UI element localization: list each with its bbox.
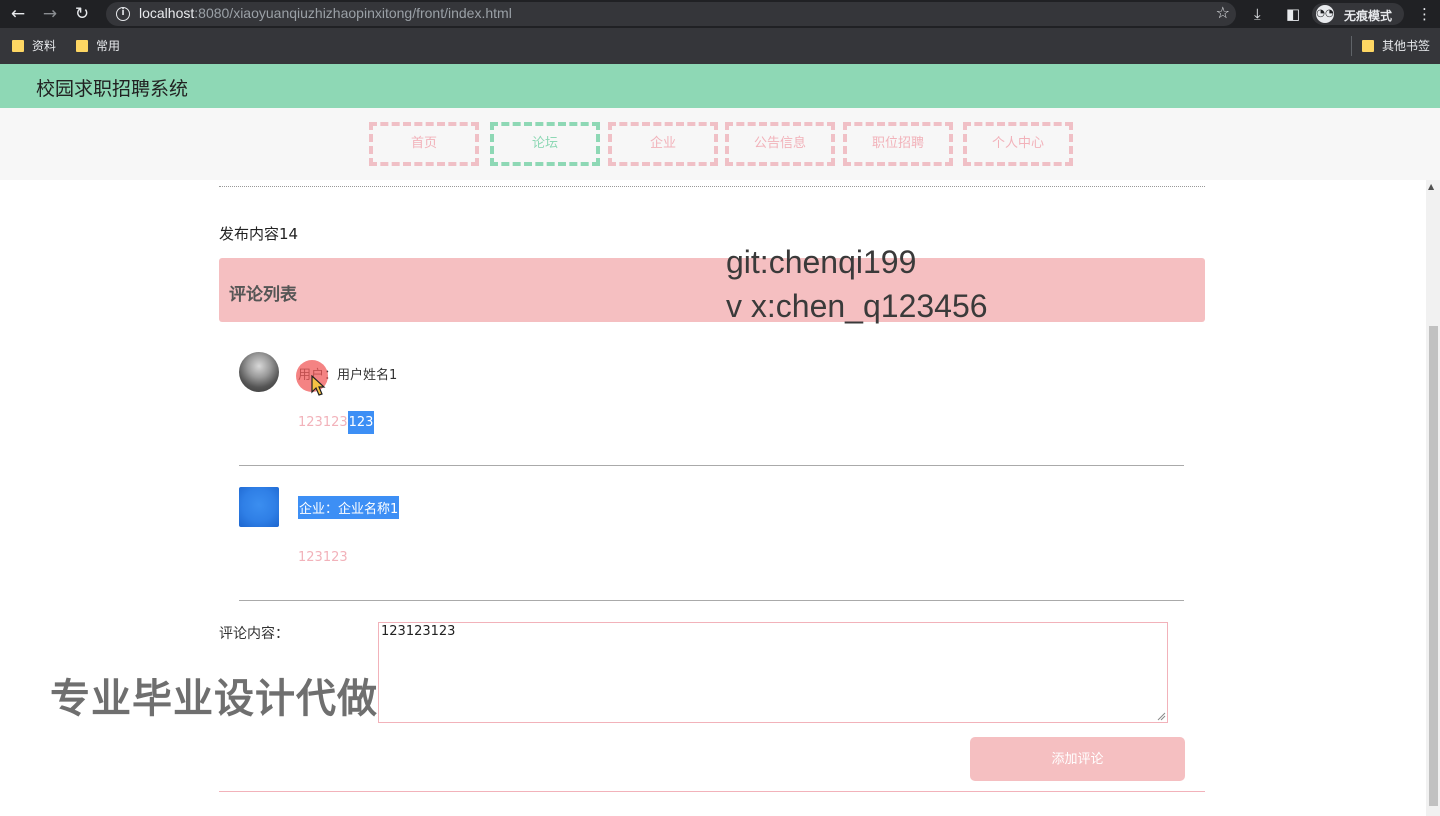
- comment-text: 123123: [298, 550, 348, 565]
- post-content: 发布内容14: [219, 225, 299, 243]
- scrollbar-thumb[interactable]: [1429, 326, 1438, 806]
- sidepanel-icon[interactable]: ◧: [1286, 4, 1300, 24]
- comment-item: 企业：企业名称1 123123: [239, 487, 1185, 602]
- add-comment-button[interactable]: 添加评论: [970, 737, 1185, 781]
- info-icon[interactable]: i: [116, 7, 130, 21]
- cursor-icon: [311, 375, 326, 396]
- download-icon[interactable]: ⤓: [1254, 4, 1261, 24]
- nav-announcements[interactable]: 公告信息: [725, 122, 835, 166]
- contact-overlay-wx: v x:chen_q123456: [726, 288, 988, 324]
- bottom-divider: [219, 791, 1205, 792]
- scroll-up-arrow-icon[interactable]: ▲: [1428, 182, 1434, 191]
- comment-divider: [239, 465, 1184, 466]
- comment-item: 用户：用户姓名1 123123123: [239, 352, 1185, 467]
- bookmarks-separator: [1351, 36, 1352, 56]
- folder-icon: [1362, 40, 1374, 52]
- comment-author: 企业：企业名称1: [298, 496, 400, 519]
- incognito-badge[interactable]: ◔◔ 无痕模式: [1312, 3, 1404, 25]
- comment-list-title: 评论列表: [229, 285, 297, 305]
- bookmark-item[interactable]: 常用: [76, 38, 120, 54]
- nav-forum[interactable]: 论坛: [490, 122, 600, 166]
- comment-divider: [239, 600, 1184, 601]
- comment-content-label: 评论内容：: [219, 626, 289, 642]
- back-arrow-icon[interactable]: ←: [8, 4, 28, 24]
- divider: [219, 186, 1205, 187]
- contact-overlay-git: git:chenqi199: [726, 244, 917, 280]
- resize-grip-icon[interactable]: [1156, 711, 1166, 721]
- incognito-icon: ◔◔: [1316, 5, 1334, 23]
- site-header: 校园求职招聘系统: [0, 64, 1440, 108]
- folder-icon: [76, 40, 88, 52]
- forward-arrow-icon[interactable]: →: [40, 4, 60, 24]
- avatar: [239, 487, 279, 527]
- reload-icon[interactable]: ↻: [72, 4, 92, 24]
- nav-company[interactable]: 企业: [608, 122, 718, 166]
- nav-jobs[interactable]: 职位招聘: [843, 122, 953, 166]
- browser-toolbar: ← → ↻ i localhost:8080/xiaoyuanqiuzhizha…: [0, 0, 1440, 28]
- star-icon[interactable]: ☆: [1216, 3, 1230, 22]
- ad-overlay: 专业毕业设计代做: [50, 676, 378, 722]
- incognito-label: 无痕模式: [1344, 9, 1393, 23]
- nav-profile[interactable]: 个人中心: [963, 122, 1073, 166]
- other-bookmarks[interactable]: 其他书签: [1362, 38, 1430, 54]
- site-title: 校园求职招聘系统: [36, 78, 189, 100]
- nav-home[interactable]: 首页: [369, 122, 479, 166]
- kebab-menu-icon[interactable]: ⋮: [1417, 4, 1432, 24]
- comment-textarea[interactable]: 123123123: [378, 622, 1168, 723]
- comment-text: 123123123: [298, 411, 375, 434]
- comment-list-header: 评论列表: [219, 258, 1205, 322]
- avatar: [239, 352, 279, 392]
- main-nav: 首页 论坛 企业 公告信息 职位招聘 个人中心: [0, 108, 1440, 180]
- address-bar[interactable]: i localhost:8080/xiaoyuanqiuzhizhaopinxi…: [106, 2, 1236, 26]
- url-text[interactable]: localhost:8080/xiaoyuanqiuzhizhaopinxito…: [139, 5, 512, 21]
- bookmark-item[interactable]: 资料: [12, 38, 56, 54]
- folder-icon: [12, 40, 24, 52]
- bookmarks-bar: 资料 常用 其他书签: [0, 28, 1440, 64]
